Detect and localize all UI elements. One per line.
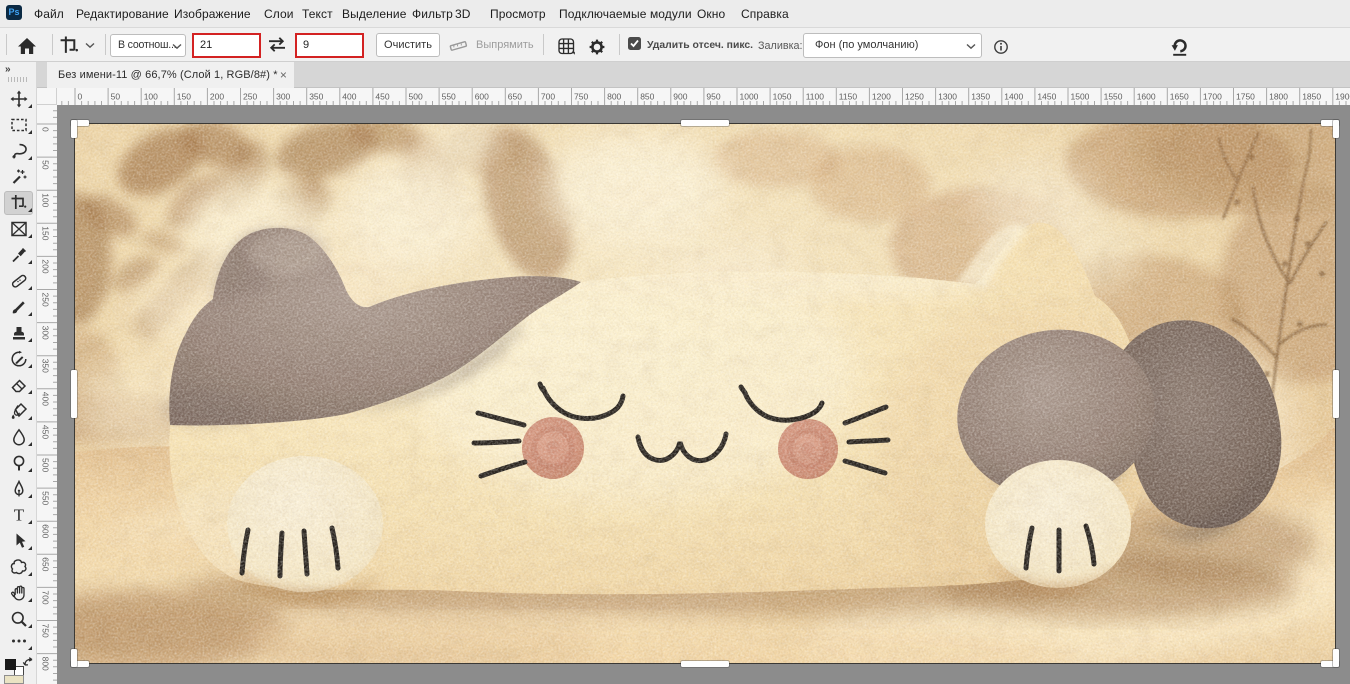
svg-text:1650: 1650 [1170,92,1189,102]
svg-text:550: 550 [442,92,456,102]
svg-text:250: 250 [243,92,257,102]
svg-text:1450: 1450 [1037,92,1056,102]
svg-text:1900: 1900 [1335,92,1350,102]
svg-text:200: 200 [41,259,51,273]
svg-text:100: 100 [41,193,51,207]
svg-text:0: 0 [78,92,83,102]
svg-text:200: 200 [210,92,224,102]
svg-text:T: T [14,506,25,524]
svg-text:600: 600 [41,524,51,538]
svg-text:1700: 1700 [1203,92,1222,102]
svg-text:50: 50 [41,160,51,170]
svg-text:1050: 1050 [773,92,792,102]
svg-text:750: 750 [574,92,588,102]
svg-text:700: 700 [41,590,51,604]
svg-text:350: 350 [309,92,323,102]
svg-text:1000: 1000 [740,92,759,102]
svg-text:1350: 1350 [971,92,990,102]
svg-text:150: 150 [177,92,191,102]
svg-text:1750: 1750 [1236,92,1255,102]
svg-text:1250: 1250 [905,92,924,102]
svg-text:1500: 1500 [1071,92,1090,102]
svg-text:500: 500 [409,92,423,102]
svg-text:350: 350 [41,359,51,373]
svg-text:950: 950 [706,92,720,102]
svg-text:1400: 1400 [1004,92,1023,102]
svg-text:1300: 1300 [938,92,957,102]
svg-text:250: 250 [41,293,51,307]
svg-text:800: 800 [607,92,621,102]
svg-text:650: 650 [41,557,51,571]
svg-text:450: 450 [375,92,389,102]
svg-text:500: 500 [41,458,51,472]
svg-text:1600: 1600 [1137,92,1156,102]
svg-text:300: 300 [276,92,290,102]
svg-text:1200: 1200 [872,92,891,102]
svg-text:900: 900 [673,92,687,102]
svg-text:600: 600 [475,92,489,102]
svg-text:550: 550 [41,491,51,505]
svg-text:400: 400 [342,92,356,102]
svg-text:300: 300 [41,326,51,340]
svg-text:750: 750 [41,624,51,638]
svg-text:150: 150 [41,226,51,240]
svg-text:1550: 1550 [1104,92,1123,102]
svg-text:400: 400 [41,392,51,406]
svg-text:650: 650 [508,92,522,102]
svg-text:1800: 1800 [1269,92,1288,102]
svg-text:450: 450 [41,425,51,439]
svg-text:1850: 1850 [1302,92,1321,102]
svg-text:800: 800 [41,657,51,671]
svg-text:850: 850 [640,92,654,102]
svg-text:1150: 1150 [839,92,858,102]
svg-text:0: 0 [41,127,51,132]
svg-text:100: 100 [144,92,158,102]
svg-text:50: 50 [111,92,121,102]
svg-text:1100: 1100 [806,92,825,102]
svg-text:700: 700 [541,92,555,102]
